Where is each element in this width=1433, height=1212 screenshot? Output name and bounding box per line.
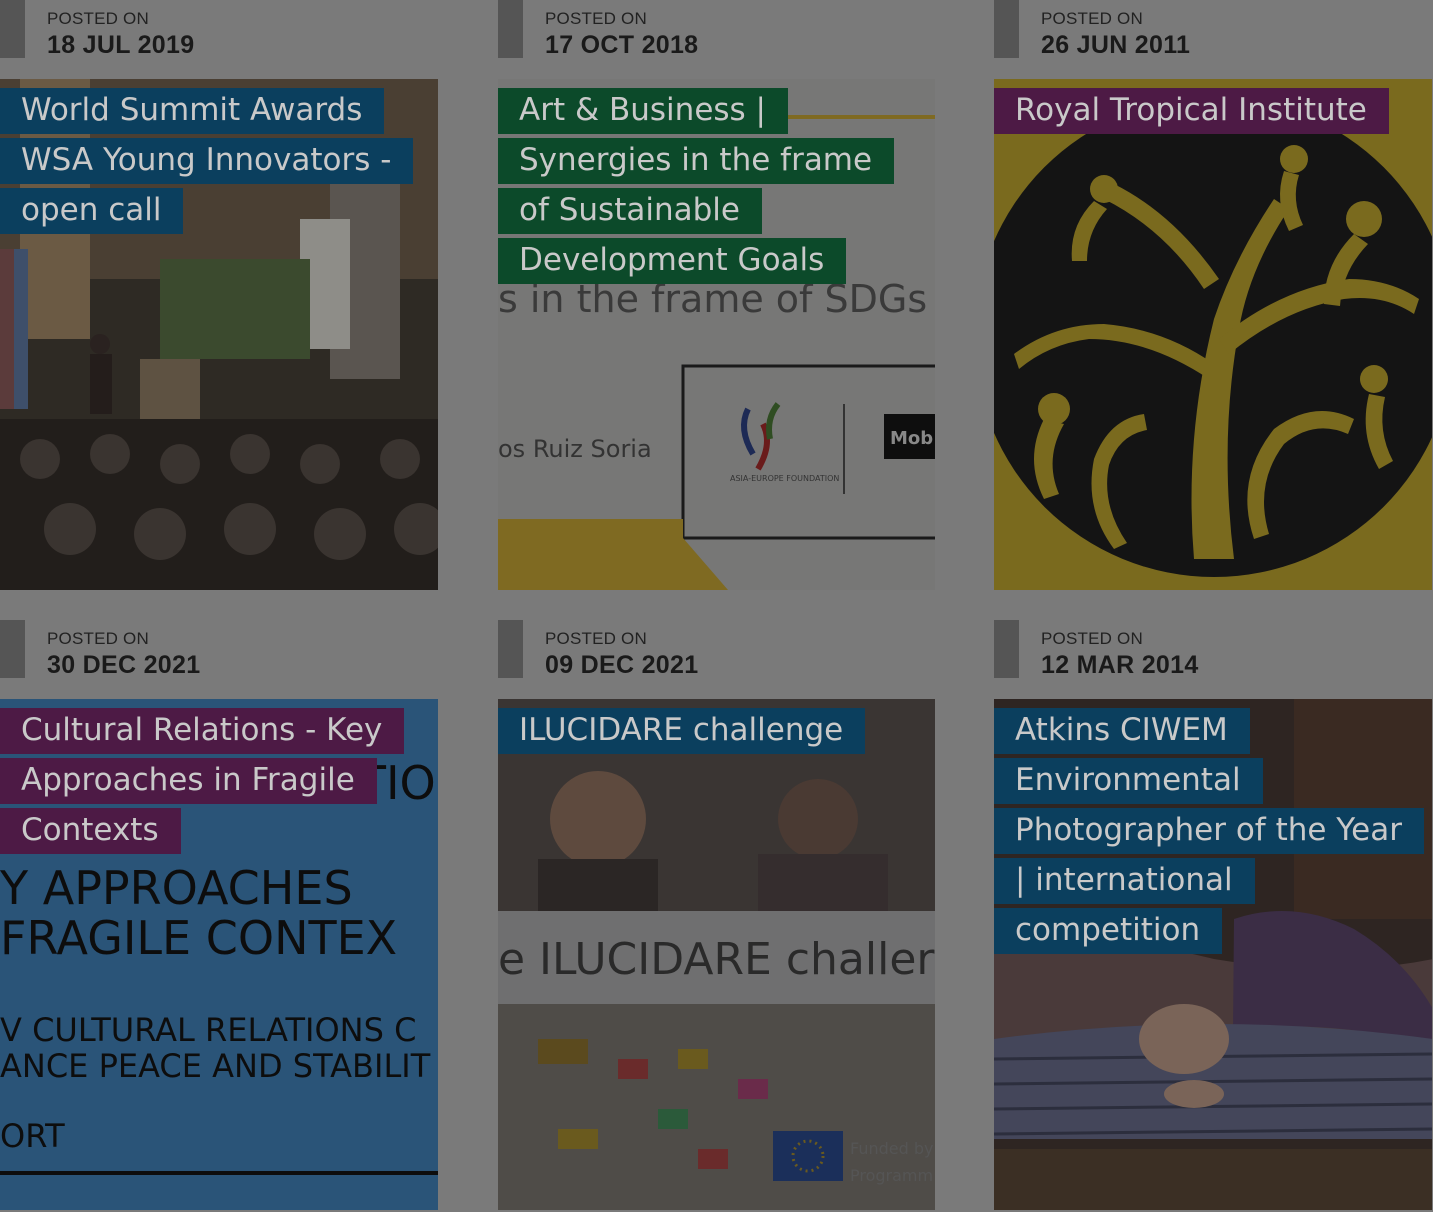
post-meta: POSTED ON 18 JUL 2019: [0, 0, 438, 79]
post-meta: POSTED ON 17 OCT 2018: [498, 0, 935, 79]
accent-bar: [498, 0, 523, 58]
post-thumbnail[interactable]: s in the frame of SDGs os Ruiz Soria ASI…: [498, 79, 935, 590]
post-meta: POSTED ON 09 DEC 2021: [498, 620, 935, 699]
accent-bar: [0, 0, 25, 58]
post-card[interactable]: POSTED ON 09 DEC 2021 e ILUCIDARE challe…: [498, 620, 935, 1210]
posted-on-label: POSTED ON: [1041, 9, 1143, 28]
accent-bar: [498, 620, 523, 678]
post-thumbnail[interactable]: Royal Tropical Institute: [994, 79, 1432, 590]
post-meta: POSTED ON 30 DEC 2021: [0, 620, 438, 699]
post-title[interactable]: Royal Tropical Institute: [994, 88, 1389, 134]
post-thumbnail[interactable]: World Summit Awards WSA Young Innovators…: [0, 79, 438, 590]
posted-on-label: POSTED ON: [545, 9, 647, 28]
banner-text-name: os Ruiz Soria: [498, 435, 652, 463]
post-date: 26 JUN 2011: [1041, 31, 1191, 59]
accent-bar: [0, 620, 25, 678]
accent-bar: [994, 620, 1019, 678]
post-title-tag[interactable]: Royal Tropical Institute: [994, 85, 1389, 135]
post-date: 09 DEC 2021: [545, 651, 699, 679]
post-title[interactable]: Atkins CIWEM Environmental Photographer …: [994, 708, 1424, 954]
posted-on-label: POSTED ON: [545, 629, 647, 648]
cover-text-5: ANCE PEACE AND STABILIT: [0, 1047, 431, 1085]
royal-tropical-logo: [994, 79, 1432, 590]
post-title[interactable]: Cultural Relations - Key Approaches in F…: [0, 708, 405, 854]
posts-grid: POSTED ON 18 JUL 2019 World Summit Award…: [0, 0, 1433, 1212]
post-title-tag[interactable]: ILUCIDARE challenge: [498, 705, 866, 755]
posted-on-label: POSTED ON: [47, 629, 149, 648]
posted-on-label: POSTED ON: [47, 9, 149, 28]
post-card[interactable]: POSTED ON 17 OCT 2018 s in the frame of …: [498, 0, 935, 590]
cover-text-6: ORT: [0, 1117, 65, 1155]
post-date: 30 DEC 2021: [47, 651, 201, 679]
post-title[interactable]: ILUCIDARE challenge: [498, 708, 866, 754]
funded-text-1: Funded by: [850, 1139, 933, 1158]
cover-text-3: FRAGILE CONTEX: [0, 911, 397, 965]
post-card[interactable]: POSTED ON 18 JUL 2019 World Summit Award…: [0, 0, 438, 590]
post-title[interactable]: Art & Business | Synergies in the frame …: [498, 88, 895, 284]
post-date: 18 JUL 2019: [47, 31, 195, 59]
ilucidare-banner: e ILUCIDARE challer Funded by Programm: [498, 699, 935, 1210]
post-title-tag[interactable]: Cultural Relations - Key Approaches in F…: [0, 705, 410, 855]
post-title-tag[interactable]: Art & Business | Synergies in the frame …: [498, 85, 908, 285]
post-card[interactable]: POSTED ON 26 JUN 2011 Royal Tropical Ins…: [994, 0, 1432, 590]
cover-text-4: V CULTURAL RELATIONS C: [0, 1011, 416, 1049]
logo-mob: Mob: [890, 428, 933, 449]
post-title-tag[interactable]: Atkins CIWEM Environmental Photographer …: [994, 705, 1424, 955]
post-meta: POSTED ON 12 MAR 2014: [994, 620, 1432, 699]
post-thumbnail[interactable]: e ILUCIDARE challer Funded by Programm I…: [498, 699, 935, 1210]
post-date: 17 OCT 2018: [545, 31, 699, 59]
logo-caption: ASIA-EUROPE FOUNDATION: [730, 474, 839, 483]
post-card[interactable]: POSTED ON 12 MAR 2014 Atkins CIWEM Envir…: [994, 620, 1432, 1210]
posted-on-label: POSTED ON: [1041, 629, 1143, 648]
post-card[interactable]: POSTED ON 30 DEC 2021 ATIO Y APPROACHES …: [0, 620, 438, 1210]
accent-bar: [994, 0, 1019, 58]
post-thumbnail[interactable]: ATIO Y APPROACHES FRAGILE CONTEX V CULTU…: [0, 699, 438, 1210]
post-title[interactable]: World Summit Awards WSA Young Innovators…: [0, 88, 414, 234]
post-thumbnail[interactable]: Atkins CIWEM Environmental Photographer …: [994, 699, 1432, 1210]
banner-text: e ILUCIDARE challer: [498, 934, 935, 985]
post-meta: POSTED ON 26 JUN 2011: [994, 0, 1432, 79]
post-title-tag[interactable]: World Summit Awards WSA Young Innovators…: [0, 85, 414, 235]
post-date: 12 MAR 2014: [1041, 651, 1199, 679]
funded-text-2: Programm: [850, 1166, 933, 1185]
cover-text-2: Y APPROACHES: [0, 861, 353, 915]
